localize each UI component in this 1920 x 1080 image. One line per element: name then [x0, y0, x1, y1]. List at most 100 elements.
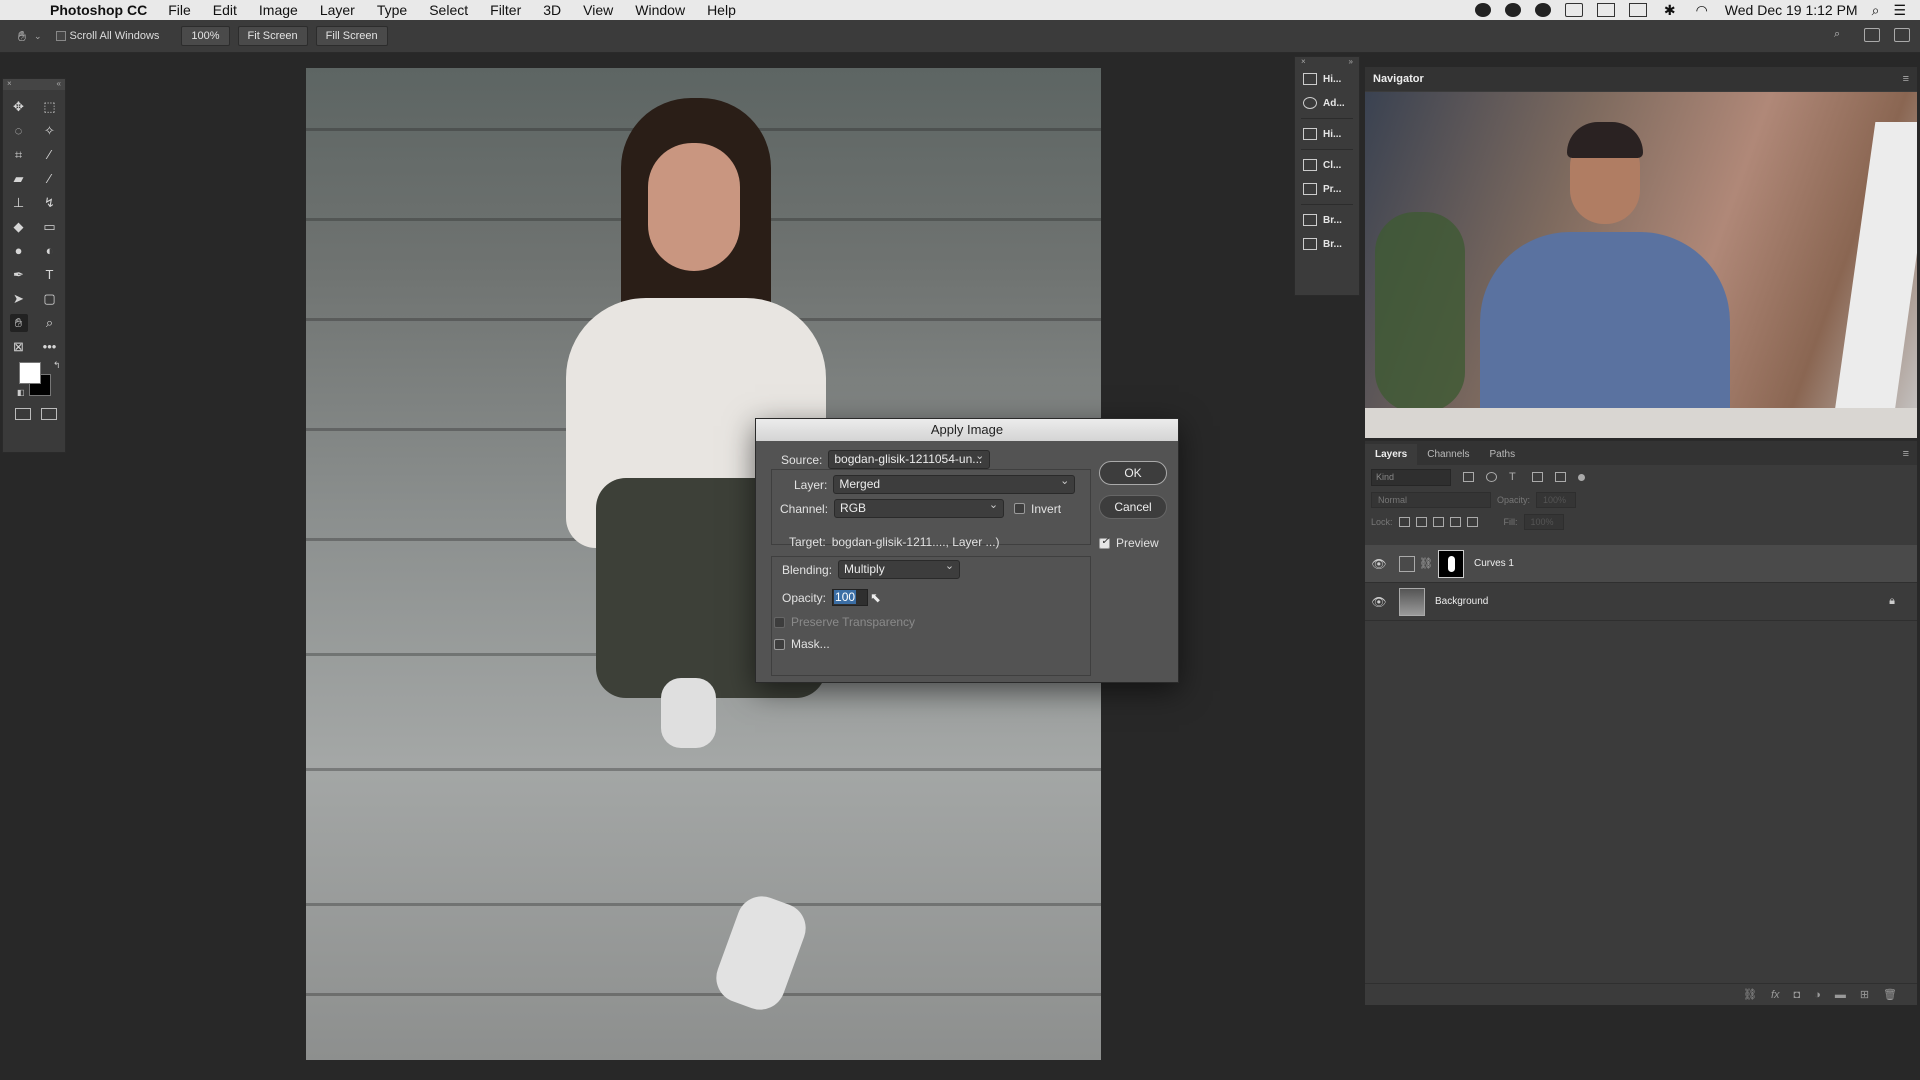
- quick-mask-icon[interactable]: [15, 408, 31, 420]
- sync-icon[interactable]: [1534, 3, 1551, 17]
- source-select[interactable]: bogdan-glisik-1211054-un...: [828, 448, 991, 469]
- menu-image[interactable]: Image: [248, 2, 309, 18]
- shape-tool-icon[interactable]: ▢: [41, 290, 59, 308]
- shape-filter-icon[interactable]: [1532, 472, 1543, 482]
- type-tool-icon[interactable]: T: [41, 266, 59, 284]
- app-menu[interactable]: Photoshop CC: [50, 2, 157, 18]
- panel-histogram-2[interactable]: Hi...: [1295, 122, 1359, 146]
- crop-tool-icon[interactable]: ⌗: [10, 146, 28, 164]
- kind-filter-select[interactable]: Kind: [1371, 468, 1451, 486]
- panel-menu-icon[interactable]: ≡: [1903, 73, 1909, 85]
- menu-type[interactable]: Type: [366, 2, 418, 18]
- new-adjustment-icon[interactable]: ◑: [1814, 989, 1821, 1001]
- bluetooth-icon[interactable]: ✱: [1661, 3, 1679, 17]
- layer-row-curves[interactable]: 👁︎ ⛓︎ Curves 1: [1365, 545, 1917, 583]
- layer-fill-field[interactable]: 100%: [1523, 514, 1564, 530]
- notification-center-icon[interactable]: ☰: [1893, 2, 1906, 19]
- blur-tool-icon[interactable]: ●: [10, 242, 28, 260]
- link-icon[interactable]: ⛓︎: [1419, 557, 1433, 570]
- scroll-all-windows-checkbox[interactable]: Scroll All Windows: [55, 30, 159, 42]
- stamp-tool-icon[interactable]: ⊥: [10, 194, 28, 212]
- collapse-icon[interactable]: «: [57, 79, 61, 90]
- lock-artboard-icon[interactable]: [1449, 517, 1461, 527]
- foreground-color-swatch[interactable]: [19, 362, 41, 384]
- display-icon[interactable]: [1564, 3, 1583, 17]
- layer-opacity-field[interactable]: 100%: [1536, 492, 1577, 508]
- share-icon[interactable]: [1894, 28, 1910, 42]
- navigator-preview[interactable]: [1365, 92, 1917, 438]
- spotlight-search-icon[interactable]: ⌕: [1872, 2, 1880, 19]
- zoom-100-button[interactable]: 100%: [181, 26, 230, 46]
- link-layers-icon[interactable]: ⛓︎: [1743, 988, 1757, 1001]
- panel-brush-settings[interactable]: Br...: [1295, 232, 1359, 256]
- menubar-clock[interactable]: Wed Dec 19 1:12 PM: [1725, 2, 1858, 18]
- layer-name[interactable]: Curves 1: [1474, 558, 1514, 569]
- path-select-tool-icon[interactable]: ➤: [10, 290, 28, 308]
- more-tools-icon[interactable]: •••: [41, 338, 59, 356]
- type-filter-icon[interactable]: T: [1509, 472, 1520, 483]
- panel-histogram[interactable]: Hi...: [1295, 67, 1359, 91]
- navigator-title[interactable]: Navigator: [1373, 73, 1424, 85]
- lock-all-icon[interactable]: [1466, 517, 1478, 527]
- delete-layer-icon[interactable]: 🗑︎: [1883, 988, 1897, 1001]
- lasso-tool-icon[interactable]: ◌: [10, 122, 28, 140]
- eraser-tool-icon[interactable]: ◆: [10, 218, 28, 236]
- panel-menu-icon[interactable]: ≡: [1895, 443, 1917, 465]
- opacity-input[interactable]: 100: [832, 589, 869, 606]
- marquee-tool-icon[interactable]: ⬚: [41, 98, 59, 116]
- fit-screen-button[interactable]: Fit Screen: [237, 26, 308, 46]
- layer-mask-thumbnail[interactable]: [1437, 549, 1464, 578]
- menu-3d[interactable]: 3D: [532, 2, 572, 18]
- search-icon[interactable]: ⌕: [1834, 28, 1850, 42]
- hand-tool-icon[interactable]: ✋︎: [18, 28, 26, 45]
- close-icon[interactable]: ×: [7, 79, 12, 90]
- magic-wand-tool-icon[interactable]: ✧: [41, 122, 59, 140]
- visibility-eye-icon[interactable]: 👁︎: [1365, 595, 1393, 609]
- panel-properties[interactable]: Pr...: [1295, 177, 1359, 201]
- adjustment-filter-icon[interactable]: [1486, 472, 1497, 482]
- gradient-tool-icon[interactable]: ▭: [41, 218, 59, 236]
- ok-button[interactable]: OK: [1099, 461, 1167, 485]
- dodge-tool-icon[interactable]: ◐: [41, 242, 59, 260]
- windows-icon[interactable]: [1596, 3, 1615, 17]
- new-layer-icon[interactable]: ⊞: [1860, 988, 1869, 1001]
- panel-adjustments[interactable]: Ad...: [1295, 91, 1359, 115]
- menu-file[interactable]: File: [157, 2, 202, 18]
- lock-icon[interactable]: 🔒︎: [1889, 595, 1895, 608]
- panel-brushes[interactable]: Br...: [1295, 208, 1359, 232]
- menu-window[interactable]: Window: [624, 2, 696, 18]
- menu-view[interactable]: View: [572, 2, 624, 18]
- lock-transparent-icon[interactable]: [1398, 517, 1410, 527]
- preview-checkbox[interactable]: [1099, 536, 1110, 549]
- new-group-icon[interactable]: ▬: [1835, 989, 1846, 1001]
- visibility-eye-icon[interactable]: 👁︎: [1365, 557, 1393, 571]
- add-mask-icon[interactable]: ◘: [1794, 989, 1801, 1001]
- close-icon[interactable]: ×: [1301, 57, 1306, 67]
- healing-tool-icon[interactable]: ▰: [10, 170, 28, 188]
- layer-name[interactable]: Background: [1435, 596, 1488, 607]
- chevron-down-icon[interactable]: ⌄: [34, 31, 42, 42]
- workspace-icon[interactable]: [1864, 28, 1880, 42]
- creative-cloud-icon[interactable]: [1474, 3, 1491, 17]
- layer-select[interactable]: Merged: [833, 473, 1076, 494]
- menu-edit[interactable]: Edit: [202, 2, 248, 18]
- filter-toggle-icon[interactable]: [1578, 473, 1585, 481]
- fill-screen-button[interactable]: Fill Screen: [315, 26, 388, 46]
- pen-tool-icon[interactable]: ✒: [10, 266, 28, 284]
- move-tool-icon[interactable]: ✥: [10, 98, 28, 116]
- blending-select[interactable]: Multiply: [838, 558, 961, 579]
- lock-image-icon[interactable]: [1415, 517, 1427, 527]
- hand-tool-icon[interactable]: ✋︎: [9, 314, 28, 332]
- brush-tool-icon[interactable]: ∕: [41, 170, 59, 188]
- cancel-button[interactable]: Cancel: [1099, 495, 1167, 519]
- expand-icon[interactable]: »: [1349, 57, 1353, 67]
- mask-checkbox[interactable]: [774, 638, 785, 650]
- history-brush-tool-icon[interactable]: ↯: [41, 194, 59, 212]
- app-status-icon[interactable]: [1504, 3, 1521, 17]
- fx-icon[interactable]: fx: [1771, 989, 1780, 1001]
- smart-object-filter-icon[interactable]: [1555, 472, 1566, 482]
- panel-clone-source[interactable]: Cl...: [1295, 153, 1359, 177]
- swap-colors-icon[interactable]: ↰: [53, 360, 61, 371]
- channel-select[interactable]: RGB: [834, 497, 1005, 518]
- screen-mode-icon[interactable]: [41, 408, 57, 420]
